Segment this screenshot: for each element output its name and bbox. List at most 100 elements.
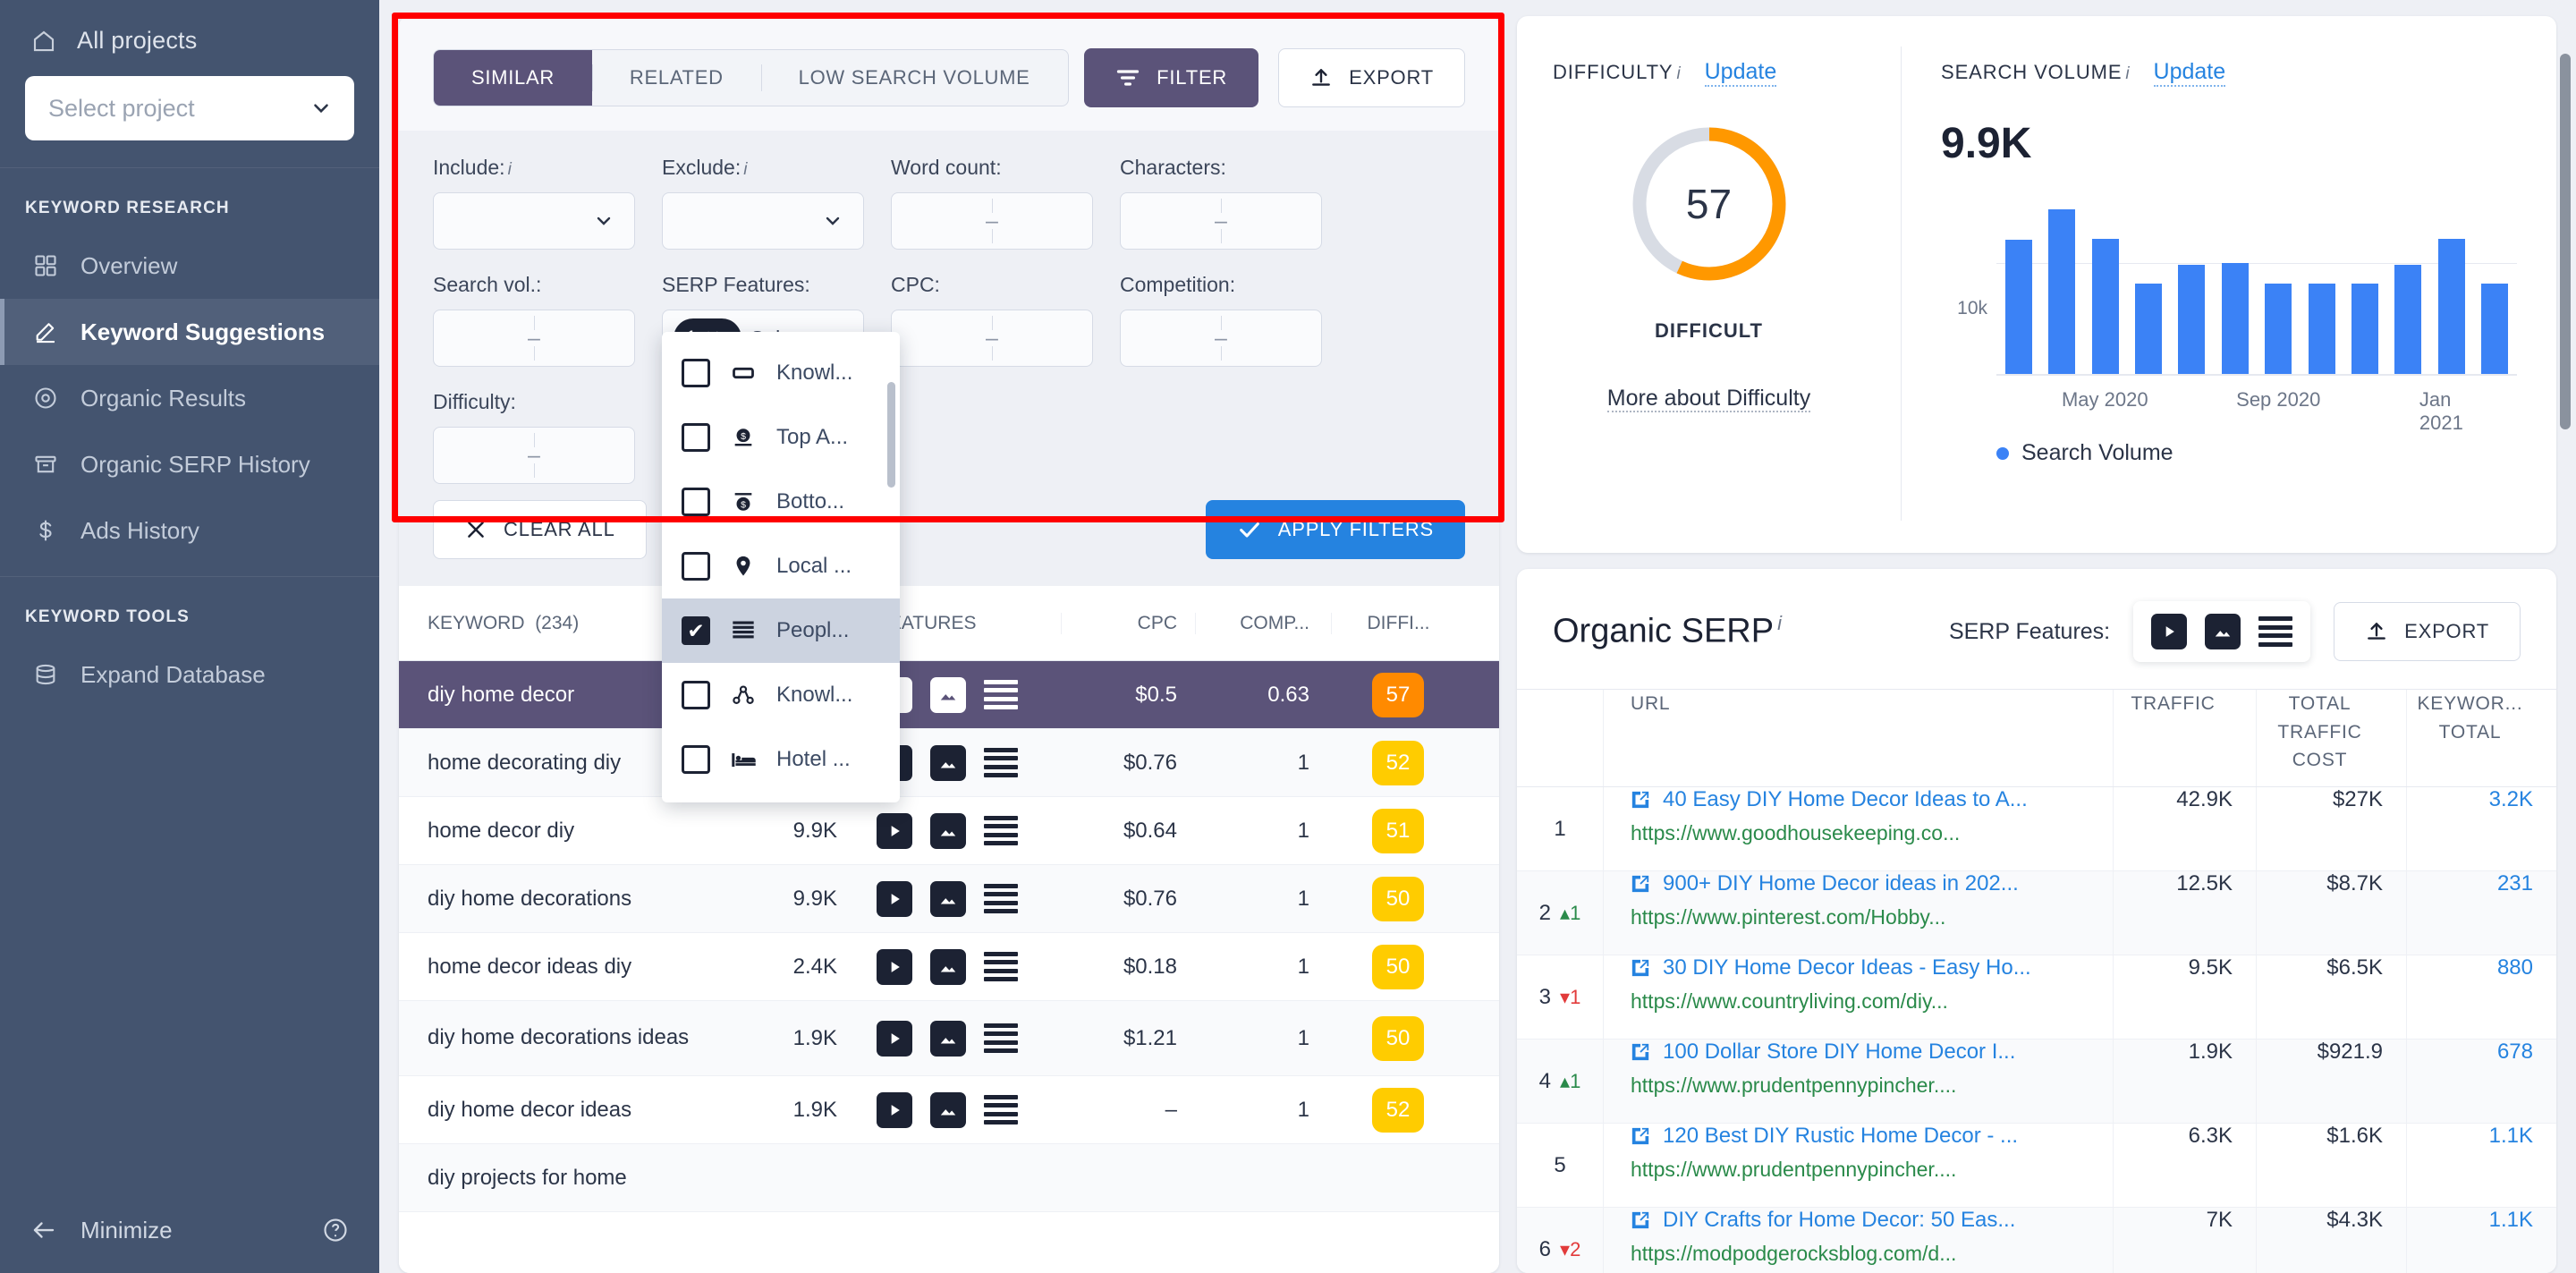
checkbox[interactable]: [682, 745, 710, 774]
project-select[interactable]: Select project: [25, 76, 354, 140]
table-row[interactable]: 6 ▾2 DIY Crafts for Home Decor: 50 Eas...…: [1517, 1208, 2556, 1273]
filter-button[interactable]: FILTER: [1084, 48, 1259, 107]
column-header-traffic[interactable]: TRAFFIC: [2113, 690, 2256, 786]
dropdown-option-knowledge-panel[interactable]: Knowl...: [662, 341, 900, 405]
column-header-total-traffic-cost[interactable]: TOTAL TRAFFIC COST: [2256, 690, 2406, 786]
info-icon[interactable]: i: [2125, 64, 2130, 83]
include-select[interactable]: [433, 192, 635, 250]
page-scrollbar[interactable]: [2558, 18, 2572, 1273]
table-row[interactable]: home decor ideas diy 2.4K $0.18 1 50: [399, 933, 1499, 1001]
dropdown-option-top-ads[interactable]: $ Top A...: [662, 405, 900, 470]
sidebar-item-expand-database[interactable]: Expand Database: [0, 641, 379, 708]
keywords-total-cell[interactable]: 678: [2406, 1040, 2556, 1123]
url-text[interactable]: https://www.prudentpennypincher....: [1631, 1074, 2113, 1098]
apply-filters-button[interactable]: APPLY FILTERS: [1205, 500, 1465, 559]
competition-range-input[interactable]: –: [1120, 310, 1322, 367]
url-text[interactable]: https://www.prudentpennypincher....: [1631, 1158, 2113, 1182]
dropdown-option-people-also-ask[interactable]: Peopl...: [662, 598, 900, 663]
word-count-range-input[interactable]: –: [891, 192, 1093, 250]
tab-related[interactable]: RELATED: [591, 50, 761, 106]
url-title-link[interactable]: 900+ DIY Home Decor ideas in 202...: [1631, 871, 2113, 896]
url-text[interactable]: https://www.countryliving.com/diy...: [1631, 989, 2113, 1014]
table-row[interactable]: 5 120 Best DIY Rustic Home Decor - ... h…: [1517, 1124, 2556, 1208]
dropdown-option-bottom-ads[interactable]: $ Botto...: [662, 470, 900, 534]
table-row[interactable]: diy home decor 9.9K $0.5 0.63 57: [399, 661, 1499, 729]
difficulty-range-input[interactable]: –: [433, 427, 635, 484]
tab-low-search-volume[interactable]: LOW SEARCH VOLUME: [760, 50, 1068, 106]
keywords-total-cell[interactable]: 1.1K: [2406, 1208, 2556, 1273]
table-row[interactable]: 3 ▾1 30 DIY Home Decor Ideas - Easy Ho...…: [1517, 955, 2556, 1040]
page-scrollbar-thumb[interactable]: [2560, 54, 2571, 429]
url-title-link[interactable]: 120 Best DIY Rustic Home Decor - ...: [1631, 1124, 2113, 1149]
info-icon[interactable]: i: [1777, 612, 1782, 634]
sidebar-item-overview[interactable]: Overview: [0, 233, 379, 299]
keywords-total-cell[interactable]: 880: [2406, 955, 2556, 1039]
search-vol-range-input[interactable]: –: [433, 310, 635, 367]
url-title-link[interactable]: 100 Dollar Store DIY Home Decor I...: [1631, 1040, 2113, 1065]
url-title-link[interactable]: 30 DIY Home Decor Ideas - Easy Ho...: [1631, 955, 2113, 980]
more-about-difficulty-link[interactable]: More about Difficulty: [1606, 386, 1811, 412]
dropdown-scrollbar[interactable]: [887, 382, 895, 488]
top-ads-icon: $: [728, 425, 758, 450]
lines-icon[interactable]: [2258, 616, 2293, 647]
column-header-difficulty[interactable]: DIFFI...: [1331, 612, 1465, 634]
table-row[interactable]: 2 ▴1 900+ DIY Home Decor ideas in 202... …: [1517, 871, 2556, 955]
table-row[interactable]: diy home decorations 9.9K $0.76 1 50: [399, 865, 1499, 933]
serp-export-button[interactable]: EXPORT: [2334, 602, 2521, 661]
organic-serp-header: Organic SERP i SERP Features: EXPORT: [1517, 569, 2556, 689]
filter-row-3: Difficulty: –: [433, 390, 1465, 484]
table-row[interactable]: 4 ▴1 100 Dollar Store DIY Home Decor I...…: [1517, 1040, 2556, 1124]
sidebar-item-organic-serp-history[interactable]: Organic SERP History: [0, 431, 379, 497]
checkbox[interactable]: [682, 359, 710, 387]
keywords-total-cell[interactable]: 3.2K: [2406, 787, 2556, 870]
dropdown-option-hotel-pack[interactable]: Hotel ...: [662, 727, 900, 792]
table-row[interactable]: home decor diy 9.9K $0.64 1 51: [399, 797, 1499, 865]
info-icon[interactable]: i: [743, 160, 747, 179]
sidebar-item-ads-history[interactable]: Ads History: [0, 497, 379, 564]
video-icon[interactable]: [2151, 614, 2188, 649]
cpc-range-input[interactable]: –: [891, 310, 1093, 367]
url-text[interactable]: https://modpodgerocksblog.com/d...: [1631, 1242, 2113, 1266]
sidebar-item-organic-results[interactable]: Organic Results: [0, 365, 379, 431]
export-button[interactable]: EXPORT: [1278, 48, 1465, 107]
checkbox[interactable]: [682, 616, 710, 645]
characters-range-input[interactable]: –: [1120, 192, 1322, 250]
word-count-range-value: –: [986, 208, 998, 233]
info-icon[interactable]: i: [1676, 64, 1681, 83]
dropdown-option-local-pack[interactable]: Local ...: [662, 534, 900, 598]
table-row[interactable]: diy home decor ideas 1.9K – 1 52: [399, 1076, 1499, 1144]
image-icon[interactable]: [2205, 614, 2241, 649]
checkbox[interactable]: [682, 681, 710, 709]
table-row[interactable]: 1 40 Easy DIY Home Decor Ideas to A... h…: [1517, 787, 2556, 871]
sidebar-item-keyword-suggestions[interactable]: Keyword Suggestions: [0, 299, 379, 365]
minimize-label[interactable]: Minimize: [80, 1217, 173, 1244]
column-header-competition[interactable]: COMP...: [1195, 612, 1331, 634]
column-header-url[interactable]: URL: [1603, 690, 2113, 786]
url-text[interactable]: https://www.pinterest.com/Hobby...: [1631, 905, 2113, 929]
checkbox[interactable]: [682, 552, 710, 581]
keywords-total-cell[interactable]: 1.1K: [2406, 1124, 2556, 1207]
info-icon[interactable]: i: [508, 160, 512, 179]
tab-similar[interactable]: SIMILAR: [434, 50, 592, 106]
search-volume-update-link[interactable]: Update: [2153, 59, 2226, 87]
url-title-link[interactable]: 40 Easy DIY Home Decor Ideas to A...: [1631, 787, 2113, 812]
exclude-select[interactable]: [662, 192, 864, 250]
checkbox[interactable]: [682, 488, 710, 516]
difficulty-update-link[interactable]: Update: [1704, 59, 1777, 87]
url-text[interactable]: https://www.goodhousekeeping.co...: [1631, 821, 2113, 845]
arrow-left-icon[interactable]: [30, 1217, 57, 1243]
column-header-keywords-total[interactable]: KEYWOR... TOTAL: [2406, 690, 2556, 786]
table-row[interactable]: diy home decorations ideas 1.9K $1.21 1 …: [399, 1001, 1499, 1076]
dropdown-option-knowledge-graph[interactable]: Knowl...: [662, 663, 900, 727]
clear-all-button[interactable]: CLEAR ALL: [433, 500, 647, 559]
keywords-total-cell[interactable]: 231: [2406, 871, 2556, 955]
url-title-link[interactable]: DIY Crafts for Home Decor: 50 Eas...: [1631, 1208, 2113, 1233]
table-row[interactable]: diy projects for home: [399, 1144, 1499, 1212]
checkbox[interactable]: [682, 423, 710, 452]
dropdown-option-label: Peopl...: [776, 618, 850, 642]
table-row[interactable]: home decorating diy 9.9K $0.76 1 52: [399, 729, 1499, 797]
help-icon[interactable]: [322, 1217, 349, 1243]
all-projects-link[interactable]: All projects: [25, 23, 354, 71]
column-header-cpc[interactable]: CPC: [1061, 612, 1195, 634]
difficulty-badge: 52: [1372, 740, 1424, 785]
